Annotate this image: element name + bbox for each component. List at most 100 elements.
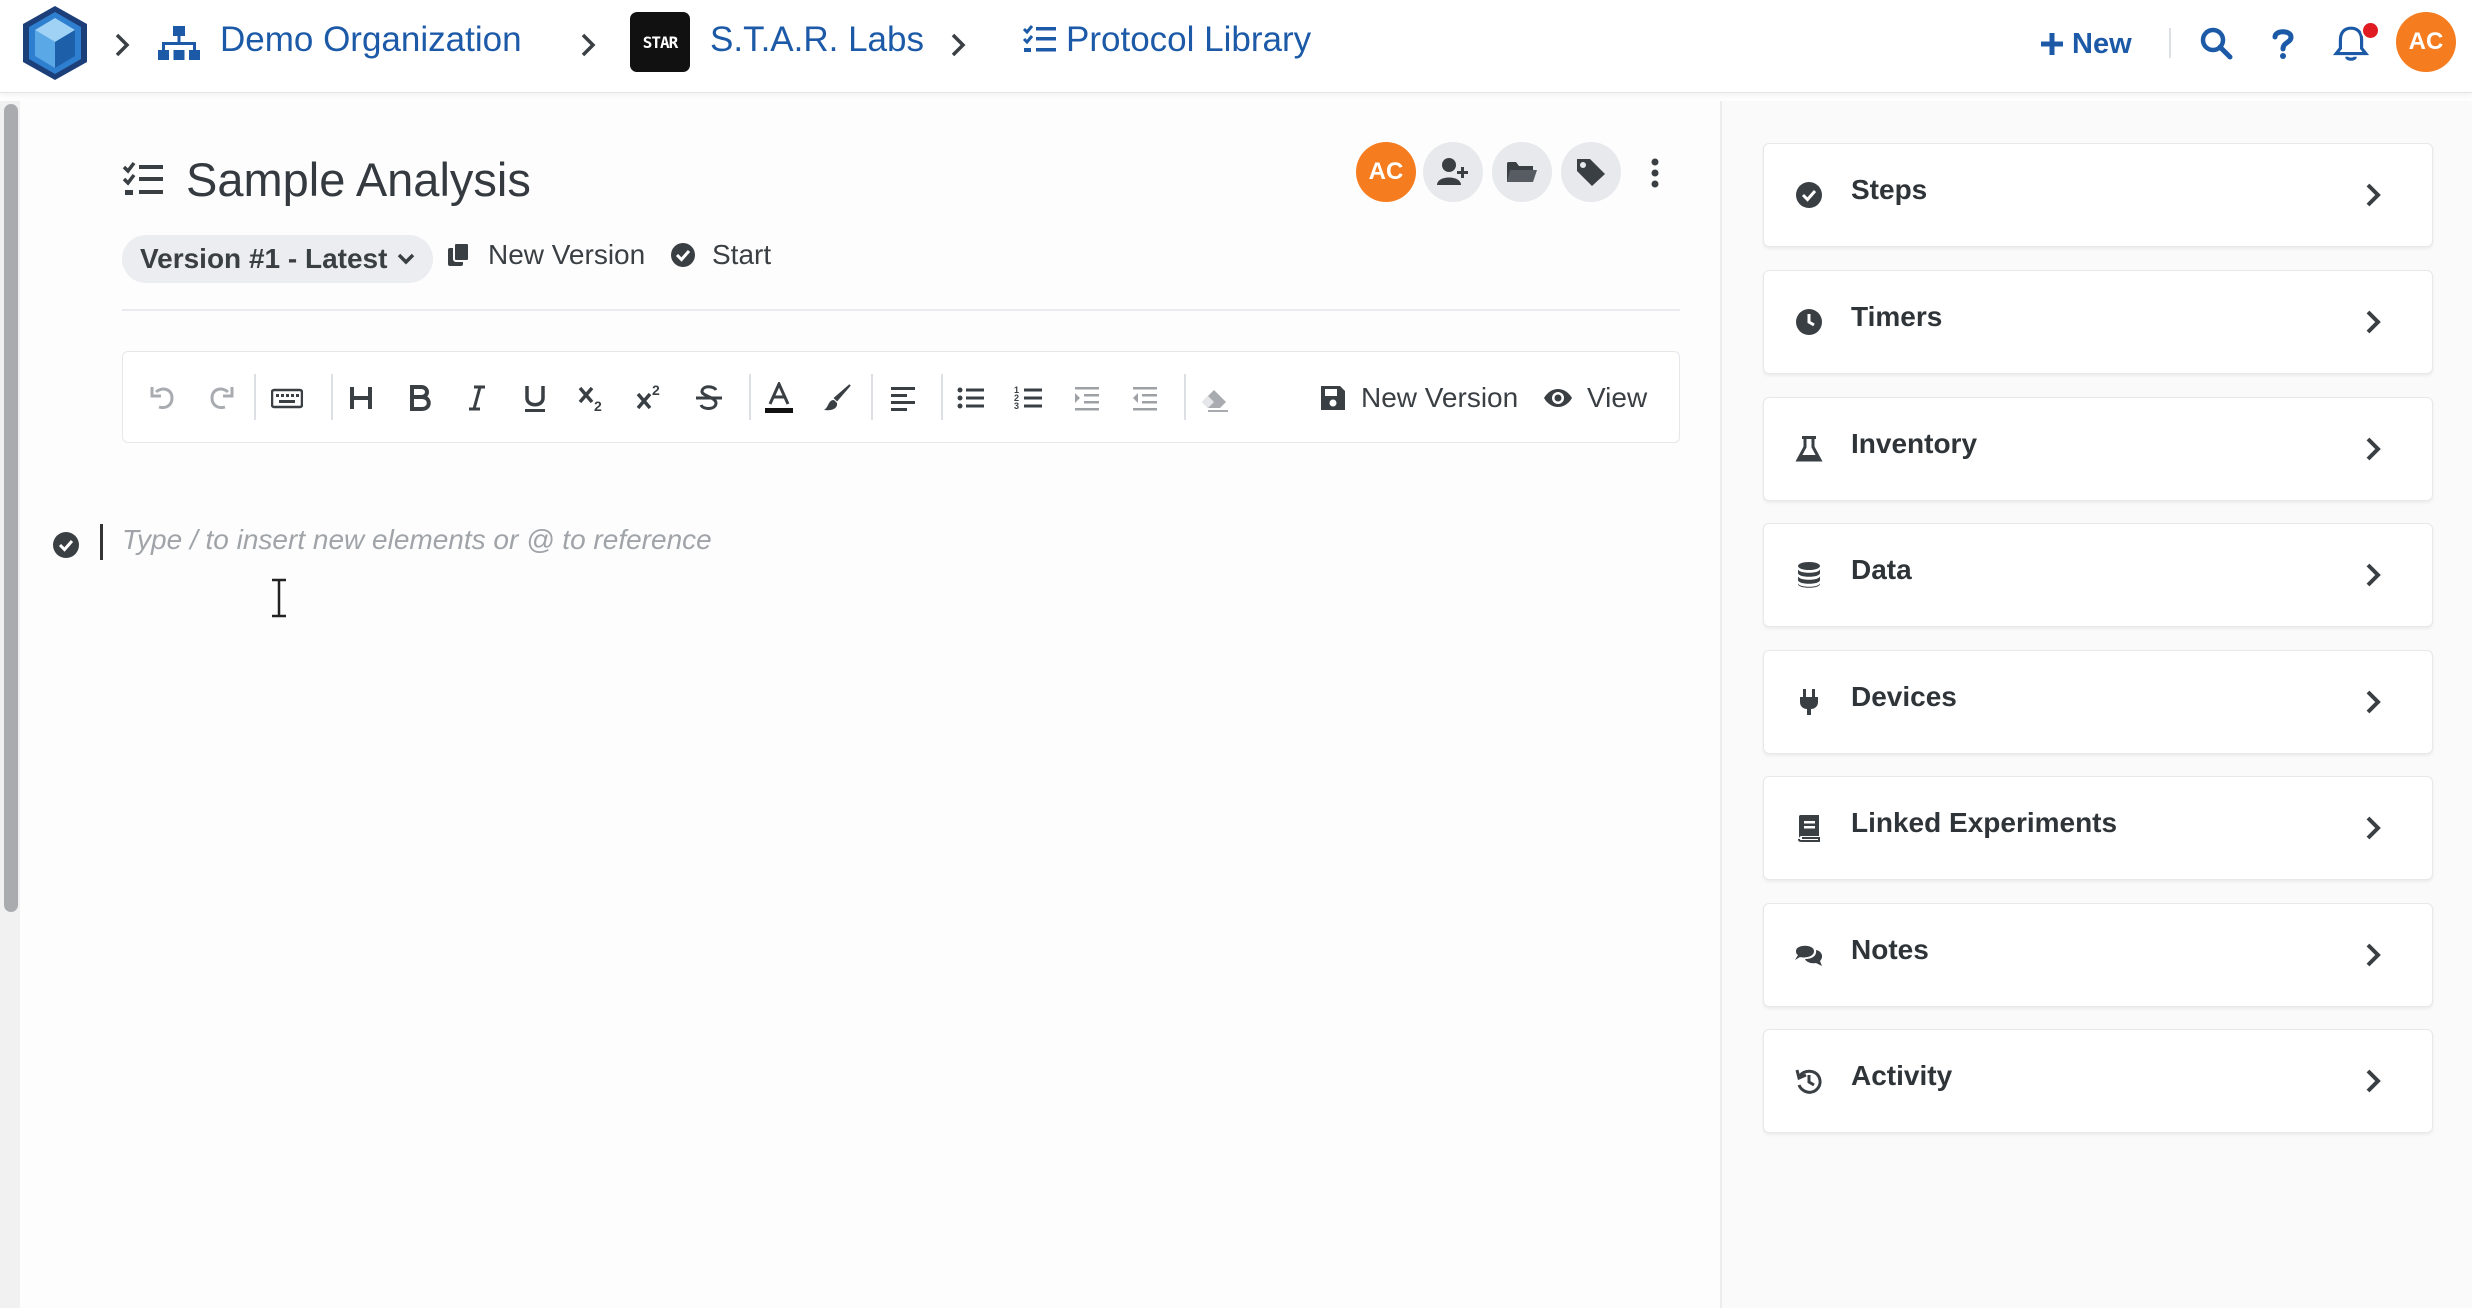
toolbar-separator <box>871 374 873 420</box>
search-icon[interactable] <box>2199 26 2233 60</box>
panel-activity[interactable]: Activity <box>1763 1029 2433 1133</box>
editor-input[interactable]: Type / to insert new elements or @ to re… <box>122 524 712 556</box>
panel-data[interactable]: Data <box>1763 523 2433 627</box>
eye-icon <box>1544 389 1572 407</box>
chevron-right-icon <box>2362 941 2384 969</box>
panel-notes[interactable]: Notes <box>1763 903 2433 1007</box>
panel-timers[interactable]: Timers <box>1763 270 2433 374</box>
page-title: Sample Analysis <box>186 153 531 206</box>
svg-text:2: 2 <box>652 382 660 398</box>
superscript-icon[interactable]: 2 <box>633 380 669 416</box>
heading-icon[interactable] <box>343 380 379 416</box>
chevron-right-icon <box>2362 435 2384 463</box>
comments-icon <box>1794 940 1824 970</box>
breadcrumb-lab[interactable]: S.T.A.R. Labs <box>710 20 924 60</box>
new-button-label: New <box>2072 27 2132 60</box>
toolbar-separator <box>941 374 943 420</box>
chevron-right-icon <box>2362 1067 2384 1095</box>
strikethrough-icon[interactable] <box>691 380 727 416</box>
start-button[interactable]: Start <box>670 239 771 271</box>
user-avatar[interactable]: AC <box>2396 12 2456 72</box>
save-icon <box>1321 386 1345 410</box>
share-user-button[interactable] <box>1423 142 1483 202</box>
bold-icon[interactable] <box>401 380 437 416</box>
star-labs-logo[interactable]: STAR <box>630 12 690 72</box>
protocol-tasks-icon <box>122 161 163 195</box>
help-icon[interactable] <box>2266 26 2300 60</box>
view-label: View <box>1587 382 1648 413</box>
notification-dot <box>2361 21 2380 40</box>
panel-label: Timers <box>1851 301 1943 332</box>
align-left-icon[interactable] <box>885 380 921 416</box>
breadcrumb-chevron-icon <box>946 30 970 60</box>
keyboard-icon[interactable] <box>269 380 305 416</box>
protocol-list-icon <box>1022 24 1056 56</box>
new-version-button[interactable]: New Version <box>446 239 645 271</box>
ibeam-cursor-icon <box>268 578 290 618</box>
undo-icon[interactable] <box>145 380 181 416</box>
chevron-right-icon <box>2362 688 2384 716</box>
bullet-list-icon[interactable] <box>953 380 989 416</box>
database-icon <box>1794 560 1824 590</box>
history-icon <box>1794 1066 1824 1096</box>
panel-label: Notes <box>1851 934 1929 965</box>
panel-label: Steps <box>1851 174 1928 205</box>
chevron-down-icon <box>398 253 415 265</box>
panel-linked-experiments[interactable]: Linked Experiments <box>1763 776 2433 880</box>
numbered-list-icon[interactable]: 123 <box>1011 380 1047 416</box>
folder-button[interactable] <box>1492 142 1552 202</box>
more-options-kebab-icon[interactable] <box>1640 155 1670 191</box>
book-icon <box>1794 813 1824 843</box>
notifications-bell-icon[interactable] <box>2333 21 2380 62</box>
save-new-version-label: New Version <box>1361 382 1519 413</box>
clear-formatting-eraser-icon[interactable] <box>1197 380 1233 416</box>
text-color-icon[interactable] <box>761 380 797 416</box>
view-button[interactable]: View <box>1543 376 1647 420</box>
panel-label: Data <box>1851 554 1912 585</box>
italic-icon[interactable] <box>459 380 495 416</box>
chevron-right-icon <box>2362 181 2384 209</box>
editor-toolbar: 2 2 123 New Version View <box>122 351 1680 443</box>
highlight-brush-icon[interactable] <box>819 380 855 416</box>
chevron-right-icon <box>2362 561 2384 589</box>
toolbar-separator <box>331 374 333 420</box>
add-user-icon <box>1437 158 1468 185</box>
breadcrumb-protocol-library[interactable]: Protocol Library <box>1066 20 1311 60</box>
svg-text:3: 3 <box>1014 401 1019 411</box>
owner-avatar[interactable]: AC <box>1356 142 1416 202</box>
version-selector[interactable]: Version #1 - Latest <box>122 235 434 283</box>
start-label: Start <box>712 239 772 270</box>
redo-icon[interactable] <box>203 380 239 416</box>
panel-label: Devices <box>1851 681 1957 712</box>
version-selector-label: Version #1 - Latest <box>140 243 388 274</box>
save-new-version-button[interactable]: New Version <box>1319 376 1518 420</box>
toolbar-separator <box>749 374 751 420</box>
copy-icon <box>448 242 470 266</box>
plug-icon <box>1794 687 1824 717</box>
underline-icon[interactable] <box>517 380 553 416</box>
panel-inventory[interactable]: Inventory <box>1763 397 2433 501</box>
sitemap-icon <box>158 26 200 62</box>
panel-steps[interactable]: Steps <box>1763 143 2433 247</box>
block-check-icon[interactable] <box>52 531 80 559</box>
breadcrumb-chevron-icon <box>110 30 134 60</box>
clock-icon <box>1794 307 1824 337</box>
toolbar-separator <box>1184 374 1186 420</box>
outdent-icon[interactable] <box>1127 380 1163 416</box>
document-header: Sample Analysis <box>122 152 531 207</box>
subscript-icon[interactable]: 2 <box>575 380 611 416</box>
breadcrumb-organization[interactable]: Demo Organization <box>220 20 522 60</box>
new-button[interactable]: New <box>2040 22 2132 66</box>
chevron-right-icon <box>2362 814 2384 842</box>
new-version-label: New Version <box>488 239 646 270</box>
svg-text:2: 2 <box>594 398 602 414</box>
main-scrollbar-thumb[interactable] <box>4 104 18 912</box>
indent-icon[interactable] <box>1069 380 1105 416</box>
top-navigation-bar: Demo Organization STAR S.T.A.R. Labs Pro… <box>0 0 2472 93</box>
panel-label: Activity <box>1851 1060 1953 1091</box>
nav-divider <box>2169 28 2171 58</box>
check-circle-icon <box>1794 180 1824 210</box>
app-logo-icon[interactable] <box>20 4 90 82</box>
panel-devices[interactable]: Devices <box>1763 650 2433 754</box>
tag-button[interactable] <box>1561 142 1621 202</box>
